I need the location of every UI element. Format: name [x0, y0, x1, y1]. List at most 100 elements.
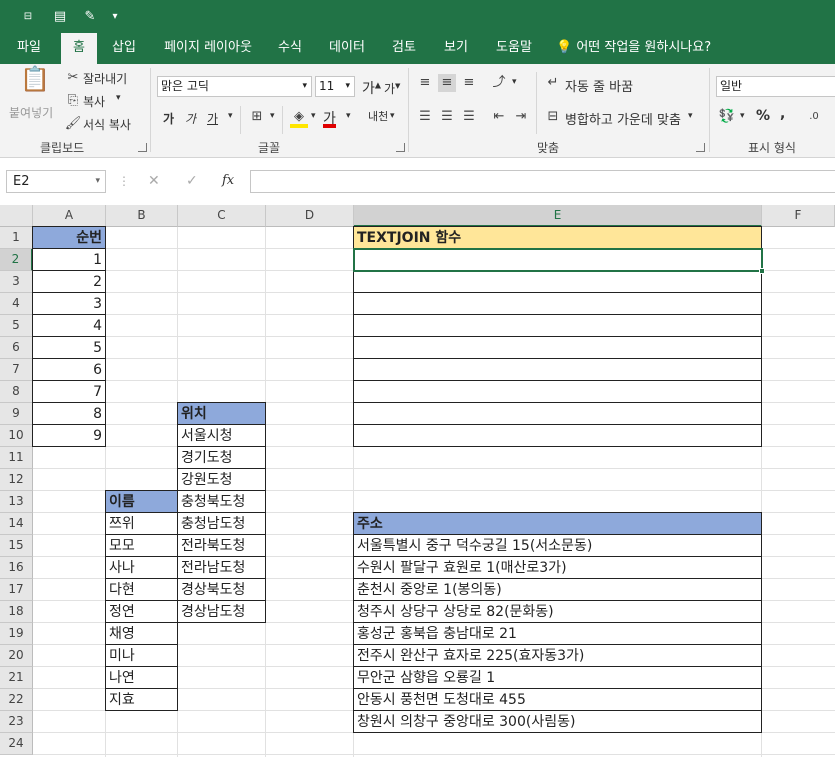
cell-b20[interactable]: 미나: [105, 644, 178, 667]
cell-a6[interactable]: 5: [32, 336, 106, 359]
column-header-f[interactable]: F: [762, 205, 835, 227]
row-header[interactable]: 10: [0, 425, 33, 447]
underline-button[interactable]: 가: [207, 110, 218, 127]
paste-button[interactable]: 붙여넣기: [9, 104, 53, 121]
cell-a7[interactable]: 6: [32, 358, 106, 381]
column-header-c[interactable]: C: [178, 205, 266, 227]
cell-c15[interactable]: 전라북도청: [177, 534, 266, 557]
cell-e20[interactable]: 전주시 완산구 효자로 225(효자동3가): [353, 644, 762, 667]
row-header[interactable]: 6: [0, 337, 33, 359]
fill-handle[interactable]: [759, 268, 765, 274]
orientation-icon[interactable]: ⤴: [490, 74, 508, 92]
row-header[interactable]: 3: [0, 271, 33, 293]
cancel-icon[interactable]: ✕: [148, 173, 160, 189]
save-icon[interactable]: ▤: [50, 7, 70, 27]
row-header[interactable]: 22: [0, 689, 33, 711]
enter-icon[interactable]: ✓: [186, 173, 198, 189]
select-all-corner[interactable]: [0, 205, 33, 227]
borders-icon[interactable]: ⊞: [248, 108, 266, 126]
cell-c9[interactable]: 위치: [177, 402, 266, 425]
cell-b14[interactable]: 쯔위: [105, 512, 178, 535]
cell-c17[interactable]: 경상북도청: [177, 578, 266, 601]
cell-c16[interactable]: 전라남도청: [177, 556, 266, 579]
customize-qat-icon[interactable]: ▾: [108, 7, 122, 27]
cell-a9[interactable]: 8: [32, 402, 106, 425]
tab-formulas[interactable]: 수식: [270, 33, 310, 64]
row-header[interactable]: 18: [0, 601, 33, 623]
cell-a8[interactable]: 7: [32, 380, 106, 403]
cell-b17[interactable]: 다현: [105, 578, 178, 601]
tab-data[interactable]: 데이터: [322, 33, 372, 64]
row-header[interactable]: 19: [0, 623, 33, 645]
cell-b16[interactable]: 사나: [105, 556, 178, 579]
merge-center-button[interactable]: 병합하고 가운데 맞춤: [565, 109, 681, 128]
active-cell-e2[interactable]: [353, 248, 765, 274]
cell-c12[interactable]: 강원도청: [177, 468, 266, 491]
alignment-launcher-icon[interactable]: [696, 143, 705, 152]
underline-dropdown-icon[interactable]: ▾: [228, 111, 233, 121]
align-top-icon[interactable]: ≡: [416, 74, 434, 92]
cell-a5[interactable]: 4: [32, 314, 106, 337]
tab-page-layout[interactable]: 페이지 레이아웃: [156, 33, 260, 64]
cell-e5[interactable]: [353, 314, 762, 337]
row-header[interactable]: 12: [0, 469, 33, 491]
cell-e9[interactable]: [353, 402, 762, 425]
cell-a10[interactable]: 9: [32, 424, 106, 447]
row-header[interactable]: 8: [0, 381, 33, 403]
grow-font-button[interactable]: 가▲: [362, 78, 381, 98]
column-header-b[interactable]: B: [106, 205, 178, 227]
row-header[interactable]: 9: [0, 403, 33, 425]
row-header[interactable]: 23: [0, 711, 33, 733]
row-header[interactable]: 7: [0, 359, 33, 381]
fill-color-icon[interactable]: ◈: [290, 108, 308, 128]
phonetic-dropdown-icon[interactable]: ▾: [390, 111, 395, 121]
row-header[interactable]: 16: [0, 557, 33, 579]
cell-e22[interactable]: 안동시 풍천면 도청대로 455: [353, 688, 762, 711]
cell-b18[interactable]: 정연: [105, 600, 178, 623]
autosave-icon[interactable]: ⊟: [18, 7, 38, 27]
cut-button[interactable]: 잘라내기: [83, 70, 127, 87]
accounting-dropdown-icon[interactable]: ▾: [740, 111, 745, 121]
cell-e17[interactable]: 춘천시 중앙로 1(봉의동): [353, 578, 762, 601]
row-header[interactable]: 2: [0, 249, 33, 271]
column-header-d[interactable]: D: [266, 205, 354, 227]
row-header[interactable]: 21: [0, 667, 33, 689]
column-header-e[interactable]: E: [354, 205, 762, 227]
align-left-icon[interactable]: ☰: [416, 108, 434, 126]
wrap-text-button[interactable]: 자동 줄 바꿈: [565, 76, 633, 95]
cell-e18[interactable]: 청주시 상당구 상당로 82(문화동): [353, 600, 762, 623]
font-color-icon[interactable]: 가: [323, 108, 336, 128]
tell-me-search[interactable]: 💡 어떤 작업을 원하시나요?: [556, 33, 711, 64]
cell-e23[interactable]: 창원시 의창구 중앙대로 300(사림동): [353, 710, 762, 733]
tab-review[interactable]: 검토: [384, 33, 424, 64]
align-right-icon[interactable]: ☰: [460, 108, 478, 126]
clipboard-launcher-icon[interactable]: [138, 143, 147, 152]
cell-e7[interactable]: [353, 358, 762, 381]
cell-a1[interactable]: 순번: [32, 226, 106, 249]
copy-button[interactable]: 복사: [83, 93, 105, 110]
font-size-dropdown[interactable]: 11 ▾: [315, 76, 355, 97]
cell-b22[interactable]: 지효: [105, 688, 178, 711]
align-bottom-icon[interactable]: ≡: [460, 74, 478, 92]
cell-a2[interactable]: 1: [32, 248, 106, 271]
row-header[interactable]: 17: [0, 579, 33, 601]
cell-c13[interactable]: 충청북도청: [177, 490, 266, 513]
row-header[interactable]: 24: [0, 733, 33, 755]
brush-icon[interactable]: ✎: [80, 7, 100, 27]
row-header[interactable]: 11: [0, 447, 33, 469]
name-box[interactable]: E2 ▾: [6, 170, 106, 193]
row-header[interactable]: 15: [0, 535, 33, 557]
cell-e1[interactable]: TEXTJOIN 함수: [353, 226, 762, 249]
cell-e10[interactable]: [353, 424, 762, 447]
row-header[interactable]: 4: [0, 293, 33, 315]
merge-dropdown-icon[interactable]: ▾: [688, 111, 693, 121]
cell-c11[interactable]: 경기도청: [177, 446, 266, 469]
tab-home[interactable]: 홈: [61, 33, 97, 64]
decrease-indent-icon[interactable]: ⇤: [490, 108, 508, 126]
tab-help[interactable]: 도움말: [488, 33, 540, 64]
comma-button[interactable]: ,: [780, 106, 785, 122]
cell-b13[interactable]: 이름: [105, 490, 178, 513]
cell-e14[interactable]: 주소: [353, 512, 762, 535]
format-painter-button[interactable]: 서식 복사: [83, 116, 131, 133]
shrink-font-button[interactable]: 가▼: [384, 80, 400, 97]
